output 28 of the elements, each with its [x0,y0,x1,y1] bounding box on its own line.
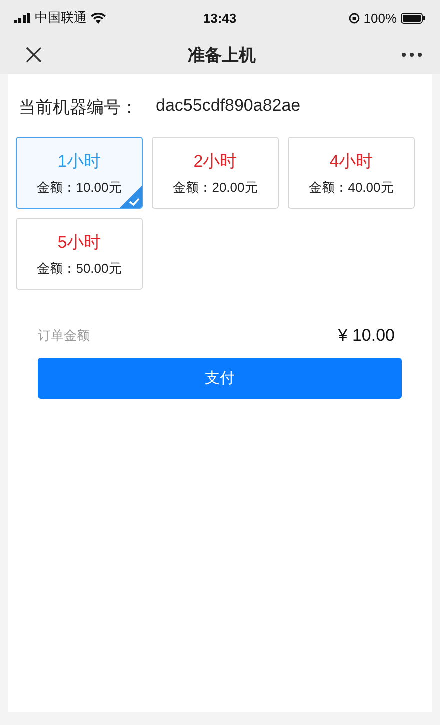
plan-price: 金额：40.00元 [309,178,394,196]
plan-price: 金额：20.00元 [173,178,258,196]
plan-option[interactable]: 4小时 金额：40.00元 [288,137,415,209]
plan-price: 金额：10.00元 [37,178,122,196]
plan-duration: 1小时 [58,150,102,172]
page-title: 准备上机 [188,44,256,66]
plan-price: 金额：50.00元 [37,260,122,278]
pay-button[interactable]: 支付 [38,358,402,399]
battery-percent: 100% [364,10,397,26]
order-amount: ¥ 10.00 [338,326,395,346]
machine-id: dac55cdf890a82ae [156,96,301,117]
plan-duration: 2小时 [194,150,238,172]
plan-duration: 5小时 [58,232,102,254]
battery-icon [401,12,426,24]
wifi-icon [91,12,106,24]
signal-icon [14,13,31,23]
carrier-name: 中国联通 [35,9,87,27]
machine-label: 当前机器编号： [19,97,138,119]
check-icon [120,186,142,208]
clock-time: 13:43 [203,10,237,26]
plan-duration: 4小时 [330,150,374,172]
plan-option[interactable]: 1小时 金额：10.00元 [16,137,143,209]
close-icon[interactable] [26,47,42,63]
plan-option[interactable]: 2小时 金额：20.00元 [152,137,279,209]
more-icon[interactable] [402,53,422,57]
plan-option[interactable]: 5小时 金额：50.00元 [16,218,143,290]
rotation-lock-icon [348,12,360,24]
order-label: 订单金额 [38,327,90,345]
